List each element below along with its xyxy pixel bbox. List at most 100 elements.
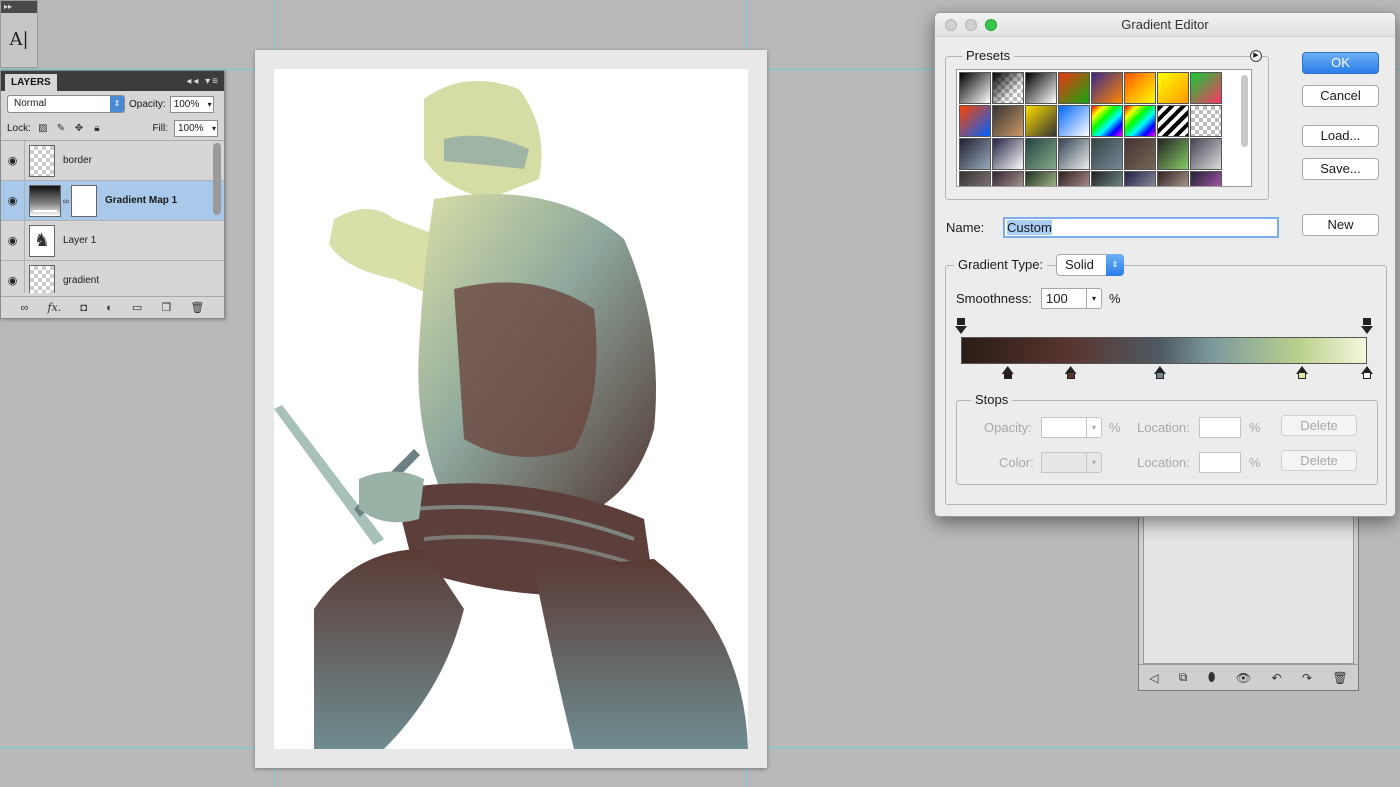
preset-swatch[interactable] [1091,138,1123,170]
folder-icon[interactable]: ▭ [132,301,142,314]
visibility-eye-icon[interactable]: ◉ [1,220,25,261]
fill-field[interactable]: 100% ▾ [174,120,218,137]
chevron-down-icon[interactable]: ▾ [212,121,216,136]
preset-swatch[interactable] [1025,171,1057,186]
smoothness-field[interactable]: 100 [1041,288,1087,309]
preset-swatch[interactable] [1025,138,1057,170]
color-stop-marker[interactable] [1296,366,1309,382]
lock-position-icon[interactable]: ✥ [73,123,85,135]
preset-swatch[interactable] [1190,72,1222,104]
dialog-titlebar[interactable]: Gradient Editor [935,13,1395,37]
load-button[interactable]: Load... [1302,125,1379,147]
preset-swatch[interactable] [1157,138,1189,170]
preset-swatch[interactable] [1025,72,1057,104]
preset-swatch[interactable] [1058,105,1090,137]
stop-opacity-field[interactable] [1041,417,1087,438]
history-list[interactable] [1143,511,1354,664]
layers-tab[interactable]: LAYERS [5,74,57,91]
lock-pixels-icon[interactable]: ✎ [55,123,67,135]
visibility-eye-icon[interactable]: ◉ [1,141,25,181]
preset-swatch[interactable] [1124,171,1156,186]
layer-row-border[interactable]: ◉ border [1,141,224,181]
chevron-down-icon[interactable]: ▾ [208,97,212,112]
preset-swatch[interactable] [1190,138,1222,170]
link-icon[interactable]: ∞ [21,302,29,314]
color-location-field[interactable] [1199,452,1241,473]
adjustment-thumbnail[interactable] [29,184,61,217]
panel-menu-icon[interactable]: ◂◂ ▾≡ [186,76,220,87]
stop-opacity-dropdown-icon[interactable]: ▾ [1086,417,1102,438]
stop-color-dropdown-icon[interactable]: ▾ [1086,452,1102,473]
redo-icon[interactable]: ↷ [1302,671,1312,685]
visibility-eye-icon[interactable]: ◉ [1,180,25,221]
preset-swatch[interactable] [1058,138,1090,170]
preset-swatch[interactable] [1091,72,1123,104]
color-stop-marker[interactable] [1153,366,1166,382]
preset-swatch[interactable] [1091,171,1123,186]
new-layer-icon[interactable]: ❐ [161,301,171,314]
stop-color-swatch[interactable] [1041,452,1087,473]
opacity-location-field[interactable] [1199,417,1241,438]
presets-scrollbar[interactable] [1241,75,1248,147]
opacity-stop-marker[interactable] [1361,318,1373,334]
adjustment-icon[interactable]: ◐ [106,302,113,314]
opacity-stop-marker[interactable] [955,318,967,334]
chain-link-icon[interactable]: ∞ [61,196,71,206]
preset-swatch[interactable] [959,171,991,186]
preset-swatch[interactable] [1058,72,1090,104]
blend-mode-select[interactable]: Normal ⇕ [7,95,125,113]
layer-row-gradient[interactable]: ◉ gradient [1,260,224,293]
gradient-preview-bar[interactable] [961,337,1367,364]
preset-swatch[interactable] [1091,105,1123,137]
tools-panel-header[interactable]: ▸▸ [1,1,37,13]
preset-swatch[interactable] [992,171,1024,186]
layers-scrollbar[interactable] [213,143,221,215]
mask-icon[interactable]: ◘ [80,302,87,314]
gradient-type-select[interactable]: Solid ⇕ [1056,254,1124,276]
preset-swatch[interactable] [1157,105,1189,137]
eye-icon[interactable]: 👁 [1236,671,1251,685]
preset-swatch[interactable] [959,105,991,137]
color-stop-marker[interactable] [1064,366,1077,382]
layer-row-gradient-map[interactable]: ◉ ∞ Gradient Map 1 [1,180,224,221]
layer-mask-thumbnail[interactable] [71,184,97,217]
preset-swatch[interactable] [959,138,991,170]
preset-swatch[interactable] [959,72,991,104]
preset-swatch[interactable] [1058,171,1090,186]
new-button[interactable]: New [1302,214,1379,236]
preset-swatch[interactable] [1157,171,1189,186]
opacity-field[interactable]: 100% ▾ [169,95,214,113]
delete-color-stop-button[interactable]: Delete [1281,450,1357,471]
trash-icon[interactable]: 🗑 [1332,671,1347,685]
lock-transparency-icon[interactable]: ▨ [37,123,49,135]
cancel-button[interactable]: Cancel [1302,85,1379,107]
visibility-eye-icon[interactable]: ◉ [1,260,25,293]
preset-swatch[interactable] [992,105,1024,137]
layer-icon[interactable]: ⬮ [1208,670,1216,685]
layer-row-layer-1[interactable]: ◉ ♞ Layer 1 [1,220,224,261]
ok-button[interactable]: OK [1302,52,1379,74]
fx-icon[interactable]: fx. [48,301,62,314]
preset-swatch[interactable] [1157,72,1189,104]
preset-swatch[interactable] [992,138,1024,170]
presets-menu-icon[interactable]: ▶ [1250,50,1262,62]
smoothness-dropdown-icon[interactable]: ▾ [1086,288,1102,309]
canvas[interactable] [274,69,748,749]
trash-icon[interactable]: 🗑 [190,301,204,314]
save-button[interactable]: Save... [1302,158,1379,180]
preset-swatch[interactable] [1190,171,1222,186]
preset-swatch[interactable] [1124,105,1156,137]
preset-swatch[interactable] [992,72,1024,104]
name-field[interactable]: Custom [1003,217,1279,238]
delete-opacity-stop-button[interactable]: Delete [1281,415,1357,436]
text-tool-icon[interactable]: A| [8,27,30,53]
preset-swatch[interactable] [1124,72,1156,104]
preset-swatch[interactable] [1124,138,1156,170]
undo-icon[interactable]: ↶ [1271,671,1281,685]
lock-all-icon[interactable]: 🔒︎ [91,123,103,135]
snapshot-icon[interactable]: ⧉ [1179,670,1188,685]
color-stop-marker[interactable] [1001,366,1014,382]
step-back-icon[interactable]: ◁ [1149,671,1158,685]
preset-swatch[interactable] [1190,105,1222,137]
preset-swatch[interactable] [1025,105,1057,137]
